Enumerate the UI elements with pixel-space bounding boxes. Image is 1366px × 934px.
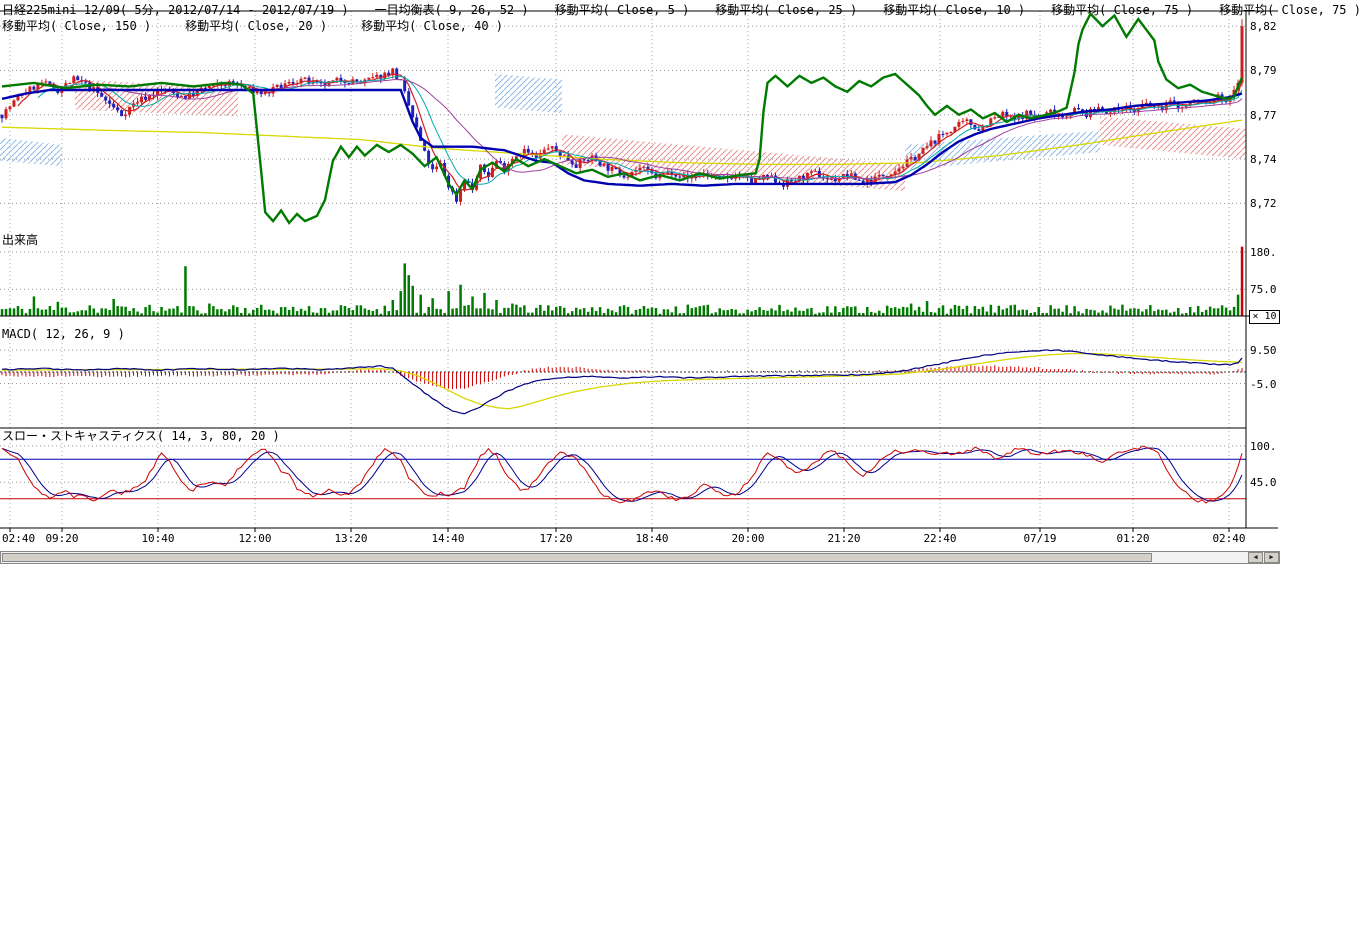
stoch-axis-label: 45.0 <box>1250 476 1277 489</box>
volume-layer <box>1 247 1244 316</box>
right-arrow-icon: ▶ <box>1269 553 1273 561</box>
macd-pane-label: MACD( 12, 26, 9 ) <box>2 327 125 341</box>
screen: 日経225mini 12/09( 5分, 2012/07/14 - 2012/0… <box>0 0 1366 934</box>
time-axis-label-5: 14:40 <box>431 532 464 545</box>
macd-layer <box>0 350 1246 414</box>
indicator-label-0: 移動平均( Close, 150 ) <box>2 17 151 34</box>
volume-pane-label: 出来高 <box>2 231 38 248</box>
scrollbar-thumb[interactable] <box>2 553 1152 562</box>
indicator-label-1: 一目均衡表( 9, 26, 52 ) <box>375 1 529 18</box>
time-axis-label-12: 01:20 <box>1116 532 1149 545</box>
indicator-label-0: 日経225mini 12/09( 5分, 2012/07/14 - 2012/0… <box>2 1 349 18</box>
time-axis-label-0: 02:40 <box>2 532 35 545</box>
macd-axis-label: -5.0 <box>1250 378 1277 391</box>
left-arrow-icon: ◀ <box>1253 553 1257 561</box>
chart-plot-area[interactable] <box>0 0 1290 548</box>
time-axis-label-4: 13:20 <box>334 532 367 545</box>
scrollbar-left-button[interactable]: ◀ <box>1248 552 1263 563</box>
horizontal-scrollbar[interactable] <box>0 551 1280 564</box>
time-axis-label-10: 22:40 <box>923 532 956 545</box>
price-axis-label: 8,72 <box>1250 197 1277 210</box>
time-axis-label-3: 12:00 <box>238 532 271 545</box>
price-axis-label: 8,77 <box>1250 109 1277 122</box>
chart-header-line2: 移動平均( Close, 150 ) 移動平均( Close, 20 ) 移動平均(… <box>2 17 503 34</box>
stoch-pane-label: スロー・ストキャスティクス( 14, 3, 80, 20 ) <box>2 427 280 444</box>
indicator-label-5: 移動平均( Close, 75 ) <box>1051 1 1193 18</box>
moving-average-layer <box>2 14 1242 223</box>
price-axis-label: 8,82 <box>1250 20 1277 33</box>
time-axis-label-1: 09:20 <box>45 532 78 545</box>
indicator-label-6: 移動平均( Close, 75 ) <box>1219 1 1361 18</box>
indicator-label-3: 移動平均( Close, 25 ) <box>715 1 857 18</box>
volume-scale-multiplier: × 10 <box>1249 310 1280 324</box>
volume-axis-label: 75.0 <box>1250 283 1277 296</box>
time-axis-label-7: 18:40 <box>635 532 668 545</box>
indicator-label-4: 移動平均( Close, 10 ) <box>883 1 1025 18</box>
stoch-axis-label: 100. <box>1250 440 1277 453</box>
time-axis-label-11: 07/19 <box>1023 532 1056 545</box>
macd-axis-label: 9.50 <box>1250 344 1277 357</box>
time-axis-label-9: 21:20 <box>827 532 860 545</box>
time-axis-label-2: 10:40 <box>141 532 174 545</box>
indicator-label-1: 移動平均( Close, 20 ) <box>185 17 327 34</box>
price-axis-label: 8,74 <box>1250 153 1277 166</box>
indicator-label-2: 移動平均( Close, 40 ) <box>361 17 503 34</box>
chart-header-line1: 日経225mini 12/09( 5分, 2012/07/14 - 2012/0… <box>2 1 1361 18</box>
price-axis-label: 8,79 <box>1250 64 1277 77</box>
indicator-label-2: 移動平均( Close, 5 ) <box>555 1 690 18</box>
stochastics-layer <box>0 446 1246 503</box>
time-axis-label-13: 02:40 <box>1212 532 1245 545</box>
volume-axis-label: 180. <box>1250 246 1277 259</box>
time-axis-label-8: 20:00 <box>731 532 764 545</box>
chart-window: 日経225mini 12/09( 5分, 2012/07/14 - 2012/0… <box>0 0 1290 575</box>
scrollbar-right-button[interactable]: ▶ <box>1264 552 1279 563</box>
time-axis-label-6: 17:20 <box>539 532 572 545</box>
